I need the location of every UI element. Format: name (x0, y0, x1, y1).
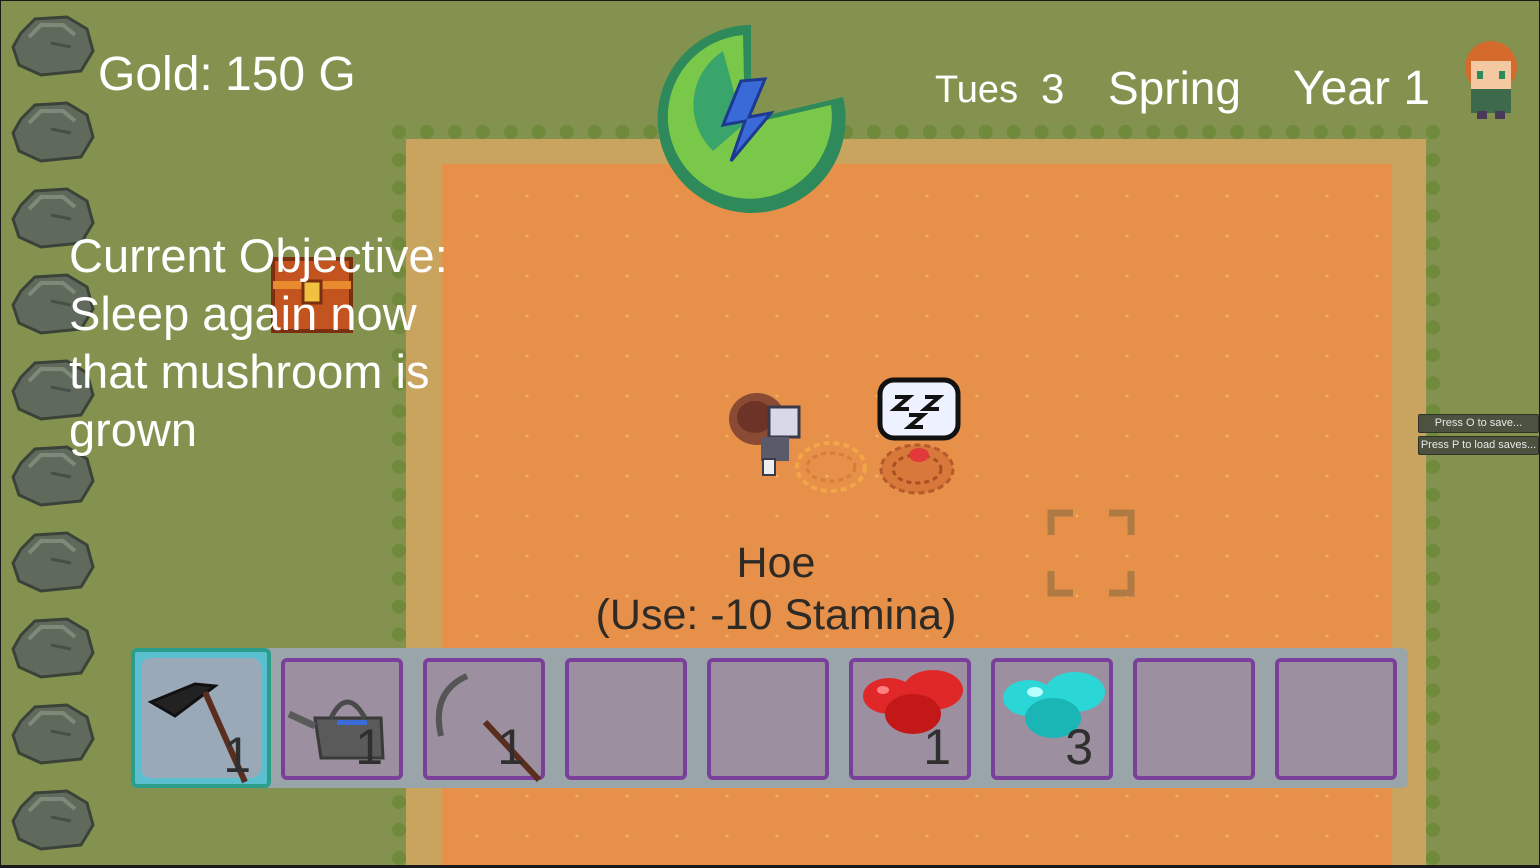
teal-gems-icon (1003, 672, 1105, 738)
hotbar-slot-9[interactable] (1275, 658, 1397, 780)
day-number: 3 (1041, 65, 1065, 112)
hotbar-slot-3[interactable]: 1 (423, 658, 545, 783)
rock-icon (11, 789, 95, 851)
tilled-soil[interactable] (793, 437, 869, 497)
rock-icon (11, 703, 95, 765)
slot-count: 1 (355, 719, 383, 775)
red-berries-icon (863, 670, 963, 734)
year-label: Year 1 (1293, 62, 1431, 115)
player-portrait-icon (1465, 41, 1517, 119)
rock-icon (11, 531, 95, 593)
slot-count: 1 (497, 719, 525, 775)
hotbar-slot-1[interactable]: 1 (131, 648, 271, 788)
rock-icon (11, 617, 95, 679)
rock-icon (11, 15, 95, 77)
hotbar-slot-7[interactable]: 3 (991, 658, 1113, 780)
current-objective: Current Objective: Sleep again now that … (69, 227, 489, 459)
slot-count: 1 (923, 719, 951, 775)
hotbar-slot-4[interactable] (565, 658, 687, 780)
sleep-bubble-icon (877, 377, 961, 441)
objective-line: that mushroom is (69, 345, 430, 398)
season-label: Spring (1108, 62, 1241, 114)
slot-count: 3 (1065, 719, 1093, 775)
item-tooltip: Hoe (Use: -10 Stamina) (561, 537, 991, 641)
slot-count: 1 (223, 727, 251, 783)
scythe-icon (435, 673, 542, 783)
hotbar-slot-5[interactable] (707, 658, 829, 780)
day-clock-icon (657, 25, 846, 213)
save-button[interactable]: Press O to save... (1418, 414, 1539, 433)
day-name: Tues (935, 69, 1019, 111)
tooltip-item-name: Hoe (736, 539, 816, 587)
hotbar-slot-2[interactable]: 1 (281, 658, 403, 780)
game-viewport[interactable]: Gold: 150 G Tues 3 Spring Year 1 Current… (1, 1, 1539, 865)
objective-line: Current Objective: (69, 229, 448, 282)
rock-icon (11, 101, 95, 163)
gold-value: 150 G (225, 48, 356, 101)
gold-label: Gold: (98, 48, 213, 101)
tooltip-item-use: (Use: -10 Stamina) (595, 591, 957, 639)
hotbar-slot-8[interactable] (1133, 658, 1255, 780)
hotbar: 1 1 1 1 3 (131, 648, 1408, 788)
load-button[interactable]: Press P to load saves... (1418, 436, 1539, 455)
objective-line: Sleep again now (69, 287, 417, 340)
hotbar-slot-6[interactable]: 1 (849, 658, 971, 780)
tile-cursor-icon (1047, 509, 1135, 597)
watering-can-icon (287, 699, 385, 760)
hoe-icon (147, 682, 248, 784)
objective-line: grown (69, 403, 198, 456)
